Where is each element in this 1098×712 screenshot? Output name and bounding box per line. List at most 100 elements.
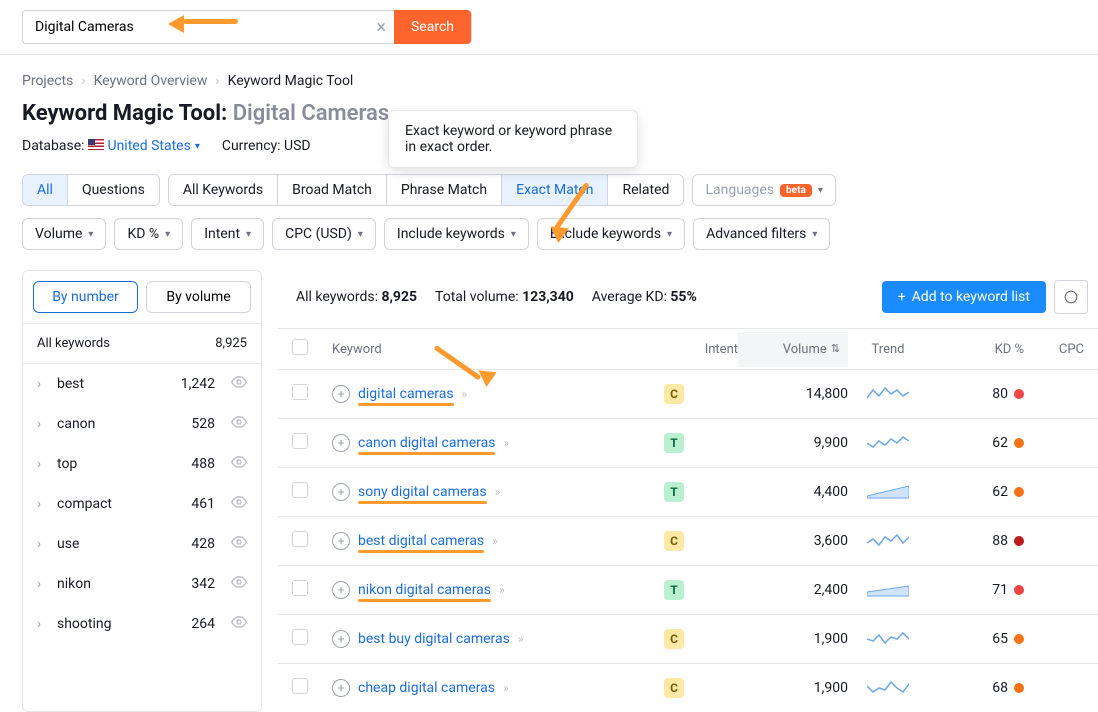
kd-cell: 65 [928,631,1024,647]
kd-cell: 71 [928,582,1024,598]
col-keyword[interactable]: Keyword [332,342,664,357]
sidebar-list: › best 1,242 › canon 528 › top 488 › com… [23,364,261,644]
double-chevron-icon[interactable]: » [503,436,509,450]
chevron-right-icon: › [81,73,85,89]
sidebar-tab-by-number[interactable]: By number [33,281,138,313]
tab-questions[interactable]: Questions [68,175,159,205]
clear-icon[interactable]: × [368,17,394,38]
sidebar-item-best[interactable]: › best 1,242 [23,364,261,404]
keyword-link[interactable]: sony digital cameras [358,484,487,500]
tab-phrase-match[interactable]: Phrase Match [387,175,502,205]
sidebar-item-compact[interactable]: › compact 461 [23,484,261,524]
tab-all[interactable]: All [23,175,68,205]
search-bar: × Search [0,0,1098,55]
row-checkbox[interactable] [292,433,308,449]
trend-sparkline [848,629,928,649]
row-checkbox[interactable] [292,482,308,498]
eye-icon[interactable] [231,414,247,434]
sidebar-item-nikon[interactable]: › nikon 342 [23,564,261,604]
trend-sparkline [848,531,928,551]
chevron-right-icon: › [215,73,219,89]
filter-intent[interactable]: Intent▾ [191,218,264,250]
filter-kd-[interactable]: KD %▾ [114,218,183,250]
keyword-link[interactable]: digital cameras [358,386,454,402]
breadcrumb-item[interactable]: Keyword Overview [94,73,208,89]
sidebar-item-top[interactable]: › top 488 [23,444,261,484]
add-to-keyword-list-button[interactable]: + Add to keyword list [882,281,1046,313]
sidebar-item-shooting[interactable]: › shooting 264 [23,604,261,644]
add-keyword-icon[interactable]: + [332,581,350,599]
kd-dot-icon [1014,585,1024,595]
volume-cell: 14,800 [738,386,848,402]
row-checkbox[interactable] [292,384,308,400]
row-checkbox[interactable] [292,678,308,694]
trend-sparkline [848,482,928,502]
chevron-down-icon: ▾ [511,229,516,240]
eye-icon[interactable] [231,454,247,474]
add-keyword-icon[interactable]: + [332,532,350,550]
database-link[interactable]: United States ▾ [107,138,199,154]
col-intent[interactable]: Intent [664,342,738,357]
search-button[interactable]: Search [394,10,471,44]
double-chevron-icon[interactable]: » [462,387,468,401]
currency-field: Currency: USD [222,138,311,154]
double-chevron-icon[interactable]: » [518,632,524,646]
add-keyword-icon[interactable]: + [332,385,350,403]
double-chevron-icon[interactable]: » [492,534,498,548]
col-cpc[interactable]: CPC [1024,342,1084,357]
tab-all-keywords[interactable]: All Keywords [169,175,278,205]
filter-exclude-keywords[interactable]: Exclude keywords▾ [537,218,685,250]
eye-icon[interactable] [231,534,247,554]
add-keyword-icon[interactable]: + [332,483,350,501]
table-header: Keyword Intent Volume ⇅ Trend KD % CPC [278,329,1098,369]
table-row: + canon digital cameras » T 9,900 62 [278,418,1098,467]
col-trend[interactable]: Trend [848,342,928,357]
match-type-row: All Questions All Keywords Broad Match P… [0,174,1098,218]
intent-badge: C [664,678,684,698]
eye-icon[interactable] [231,614,247,634]
row-checkbox[interactable] [292,580,308,596]
export-button[interactable] [1054,280,1088,314]
double-chevron-icon[interactable]: » [503,681,509,695]
keyword-link[interactable]: best buy digital cameras [358,631,510,647]
filter-include-keywords[interactable]: Include keywords▾ [384,218,529,250]
sidebar-tab-by-volume[interactable]: By volume [146,281,251,313]
sidebar-item-canon[interactable]: › canon 528 [23,404,261,444]
keyword-link[interactable]: cheap digital cameras [358,680,495,696]
sort-desc-icon: ⇅ [831,342,840,357]
select-all-checkbox[interactable] [292,339,308,355]
sidebar-item-use[interactable]: › use 428 [23,524,261,564]
tab-broad-match[interactable]: Broad Match [278,175,387,205]
chevron-down-icon: ▾ [667,229,672,240]
double-chevron-icon[interactable]: » [495,485,501,499]
col-kd[interactable]: KD % [928,342,1024,357]
chevron-down-icon: ▾ [812,229,817,240]
add-keyword-icon[interactable]: + [332,679,350,697]
table-row: + digital cameras » C 14,800 80 [278,369,1098,418]
eye-icon[interactable] [231,574,247,594]
breadcrumb-item[interactable]: Projects [22,73,73,89]
eye-icon[interactable] [231,494,247,514]
double-chevron-icon[interactable]: » [499,583,505,597]
volume-cell: 1,900 [738,631,848,647]
add-keyword-icon[interactable]: + [332,434,350,452]
filter-cpc-usd-[interactable]: CPC (USD)▾ [272,218,376,250]
filter-volume[interactable]: Volume▾ [22,218,106,250]
chevron-right-icon: › [37,576,47,592]
languages-dropdown[interactable]: Languages beta ▾ [692,174,835,206]
filter-advanced-filters[interactable]: Advanced filters▾ [693,218,830,250]
add-keyword-icon[interactable]: + [332,630,350,648]
tab-exact-match[interactable]: Exact Match [502,175,608,205]
keyword-link[interactable]: canon digital cameras [358,435,495,451]
tab-related[interactable]: Related [608,175,683,205]
trend-sparkline [848,580,928,600]
row-checkbox[interactable] [292,531,308,547]
col-volume[interactable]: Volume ⇅ [738,332,848,367]
eye-icon[interactable] [231,374,247,394]
sidebar-all-keywords[interactable]: All keywords 8,925 [23,323,261,364]
keyword-link[interactable]: nikon digital cameras [358,582,491,598]
keyword-link[interactable]: best digital cameras [358,533,484,549]
table-row: + cheap digital cameras » C 1,900 68 [278,663,1098,712]
search-input[interactable] [23,11,368,43]
row-checkbox[interactable] [292,629,308,645]
